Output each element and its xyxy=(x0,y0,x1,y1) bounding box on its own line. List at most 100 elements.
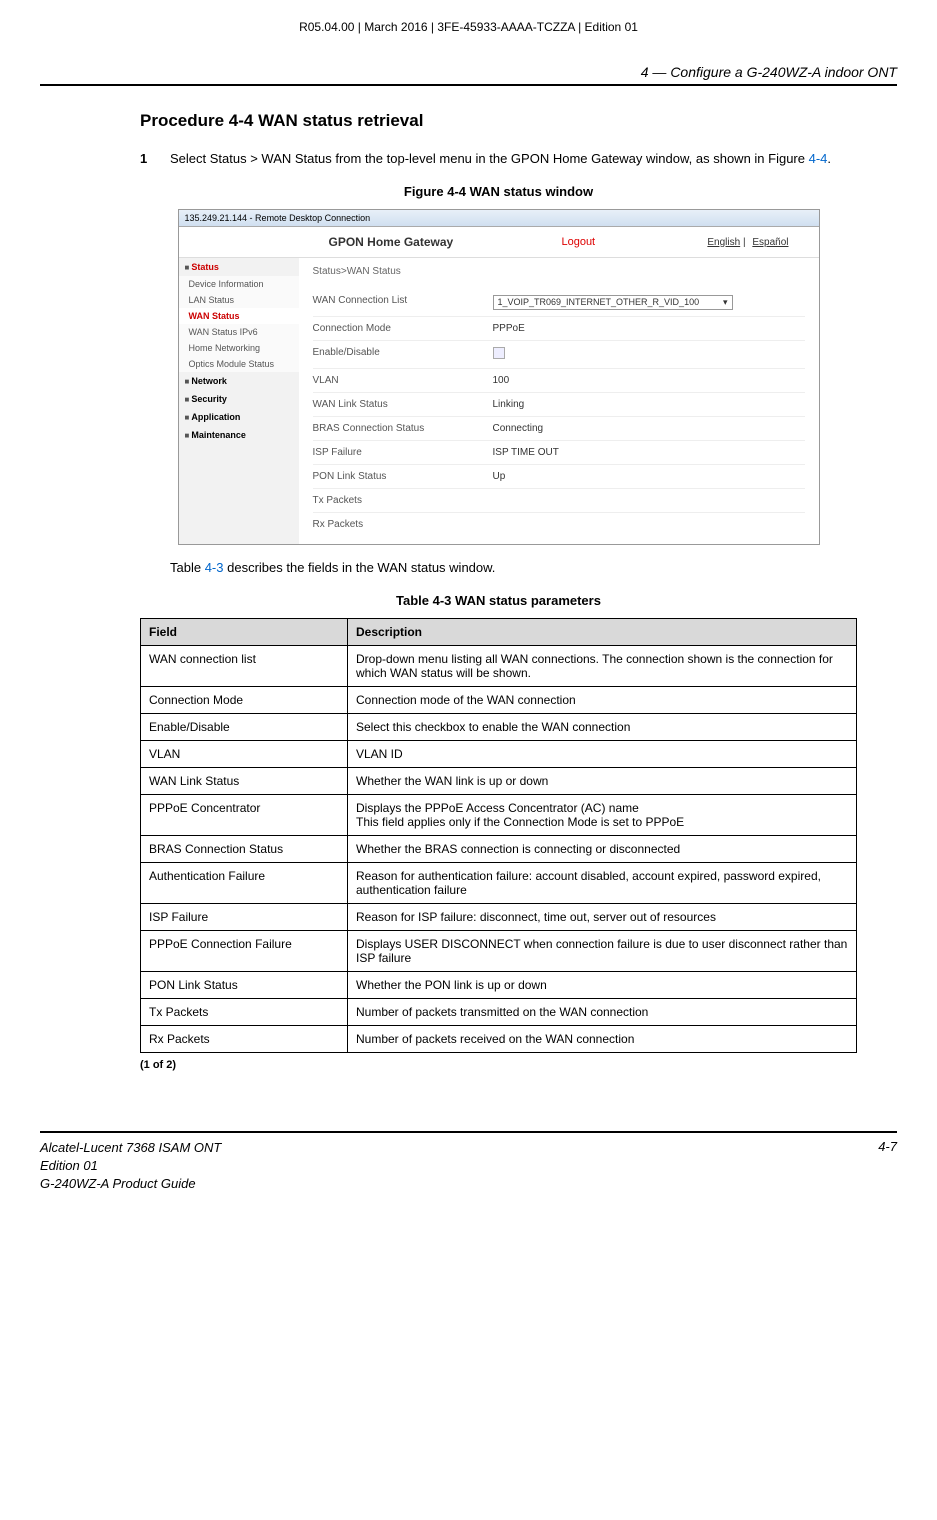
figure-reference-link[interactable]: 4-4 xyxy=(809,151,828,166)
status-row-label: WAN Link Status xyxy=(313,399,493,410)
rdp-title-text: 135.249.21.144 - Remote Desktop Connecti… xyxy=(185,213,371,223)
status-row-value: Up xyxy=(493,471,805,482)
breadcrumb: Status>WAN Status xyxy=(313,266,805,277)
sidebar-item-wan-status[interactable]: WAN Status xyxy=(179,308,299,324)
step-text-part-b: . xyxy=(827,151,831,166)
sidebar-group-status[interactable]: ■Status xyxy=(179,258,299,276)
status-row: VLAN100 xyxy=(313,368,805,392)
status-row: Rx Packets xyxy=(313,512,805,536)
status-row-value: ISP TIME OUT xyxy=(493,447,805,458)
table-cell-description: Displays USER DISCONNECT when connection… xyxy=(348,931,857,972)
status-row: BRAS Connection StatusConnecting xyxy=(313,416,805,440)
sidebar-group-maintenance[interactable]: ■Maintenance xyxy=(179,426,299,444)
table-cell-field: BRAS Connection Status xyxy=(141,836,348,863)
lang-english-link[interactable]: English xyxy=(707,237,740,248)
status-row-value xyxy=(493,519,805,530)
table-row: WAN connection listDrop-down menu listin… xyxy=(141,646,857,687)
language-links: English | Español xyxy=(703,237,788,248)
table-reference-link[interactable]: 4-3 xyxy=(205,560,224,575)
status-row-value: 100 xyxy=(493,375,805,386)
step-text-part-a: Select Status > WAN Status from the top-… xyxy=(170,151,809,166)
table-cell-description: Select this checkbox to enable the WAN c… xyxy=(348,714,857,741)
wan-status-screenshot: 135.249.21.144 - Remote Desktop Connecti… xyxy=(178,209,820,545)
square-icon: ■ xyxy=(185,263,190,272)
gateway-title: GPON Home Gateway xyxy=(329,235,454,249)
square-icon: ■ xyxy=(185,377,190,386)
sidebar-item-device-info[interactable]: Device Information xyxy=(179,276,299,292)
logout-link[interactable]: Logout xyxy=(561,236,595,248)
table-cell-field: WAN Link Status xyxy=(141,768,348,795)
table-cell-description: Displays the PPPoE Access Concentrator (… xyxy=(348,795,857,836)
table-cell-description: Number of packets transmitted on the WAN… xyxy=(348,999,857,1026)
step-number: 1 xyxy=(140,151,170,166)
table-cell-field: Enable/Disable xyxy=(141,714,348,741)
status-row-label: VLAN xyxy=(313,375,493,386)
status-row-value: Linking xyxy=(493,399,805,410)
sidebar-item-lan-status[interactable]: LAN Status xyxy=(179,292,299,308)
table-row: Connection ModeConnection mode of the WA… xyxy=(141,687,857,714)
table-header-description: Description xyxy=(348,619,857,646)
gateway-header: GPON Home Gateway Logout English | Españ… xyxy=(179,227,819,258)
wan-connection-dropdown[interactable]: 1_VOIP_TR069_INTERNET_OTHER_R_VID_100 xyxy=(493,295,733,310)
enable-checkbox[interactable] xyxy=(493,347,505,359)
sidebar-group-security[interactable]: ■Security xyxy=(179,390,299,408)
footer-edition-line: Edition 01 xyxy=(40,1157,221,1175)
status-row-label: WAN Connection List xyxy=(313,295,493,310)
sidebar-group-network[interactable]: ■Network xyxy=(179,372,299,390)
sidebar-item-wan-status-ipv6[interactable]: WAN Status IPv6 xyxy=(179,324,299,340)
status-row-label: Tx Packets xyxy=(313,495,493,506)
table-cell-field: VLAN xyxy=(141,741,348,768)
footer-guide-line: G-240WZ-A Product Guide xyxy=(40,1175,221,1193)
status-row: Enable/Disable xyxy=(313,340,805,368)
sidebar-nav: ■Status Device Information LAN Status WA… xyxy=(179,258,299,544)
table-cell-description: Whether the WAN link is up or down xyxy=(348,768,857,795)
page-number: 4-7 xyxy=(878,1139,897,1194)
main-panel: Status>WAN Status WAN Connection List1_V… xyxy=(299,258,819,544)
procedure-title: Procedure 4-4 WAN status retrieval xyxy=(140,111,857,131)
table-row: PPPoE Connection FailureDisplays USER DI… xyxy=(141,931,857,972)
square-icon: ■ xyxy=(185,395,190,404)
status-row-label: Enable/Disable xyxy=(313,347,493,362)
status-row-value: 1_VOIP_TR069_INTERNET_OTHER_R_VID_100 xyxy=(493,295,805,310)
doc-revision-line: R05.04.00 | March 2016 | 3FE-45933-AAAA-… xyxy=(40,20,897,34)
table-row: PON Link StatusWhether the PON link is u… xyxy=(141,972,857,999)
table-pager: (1 of 2) xyxy=(140,1059,857,1071)
sidebar-group-application[interactable]: ■Application xyxy=(179,408,299,426)
wan-status-parameters-table: Field Description WAN connection listDro… xyxy=(140,618,857,1053)
status-row-value: PPPoE xyxy=(493,323,805,334)
table-row: BRAS Connection StatusWhether the BRAS c… xyxy=(141,836,857,863)
table-cell-field: WAN connection list xyxy=(141,646,348,687)
table-cell-description: Whether the PON link is up or down xyxy=(348,972,857,999)
status-row-label: Connection Mode xyxy=(313,323,493,334)
status-row: WAN Connection List1_VOIP_TR069_INTERNET… xyxy=(313,289,805,316)
table-cell-description: VLAN ID xyxy=(348,741,857,768)
lang-spanish-link[interactable]: Español xyxy=(752,237,788,248)
figure-caption: Figure 4-4 WAN status window xyxy=(140,184,857,199)
table-cell-description: Number of packets received on the WAN co… xyxy=(348,1026,857,1053)
table-cell-field: Tx Packets xyxy=(141,999,348,1026)
table-cell-description: Connection mode of the WAN connection xyxy=(348,687,857,714)
step-text: Select Status > WAN Status from the top-… xyxy=(170,151,857,166)
table-intro-text: Table 4-3 describes the fields in the WA… xyxy=(170,560,857,575)
table-row: VLANVLAN ID xyxy=(141,741,857,768)
status-row: ISP FailureISP TIME OUT xyxy=(313,440,805,464)
table-cell-description: Reason for authentication failure: accou… xyxy=(348,863,857,904)
table-row: Authentication FailureReason for authent… xyxy=(141,863,857,904)
status-row-label: PON Link Status xyxy=(313,471,493,482)
page-footer: Alcatel-Lucent 7368 ISAM ONT Edition 01 … xyxy=(40,1131,897,1194)
status-row-label: BRAS Connection Status xyxy=(313,423,493,434)
sidebar-item-home-networking[interactable]: Home Networking xyxy=(179,340,299,356)
table-cell-field: PON Link Status xyxy=(141,972,348,999)
table-cell-field: Connection Mode xyxy=(141,687,348,714)
status-row-label: ISP Failure xyxy=(313,447,493,458)
table-cell-field: PPPoE Concentrator xyxy=(141,795,348,836)
table-cell-field: ISP Failure xyxy=(141,904,348,931)
status-row-value xyxy=(493,347,805,362)
rdp-titlebar: 135.249.21.144 - Remote Desktop Connecti… xyxy=(179,210,819,227)
sidebar-item-optics[interactable]: Optics Module Status xyxy=(179,356,299,372)
status-row-value xyxy=(493,495,805,506)
status-row-value: Connecting xyxy=(493,423,805,434)
table-row: ISP FailureReason for ISP failure: disco… xyxy=(141,904,857,931)
status-row: PON Link StatusUp xyxy=(313,464,805,488)
square-icon: ■ xyxy=(185,431,190,440)
